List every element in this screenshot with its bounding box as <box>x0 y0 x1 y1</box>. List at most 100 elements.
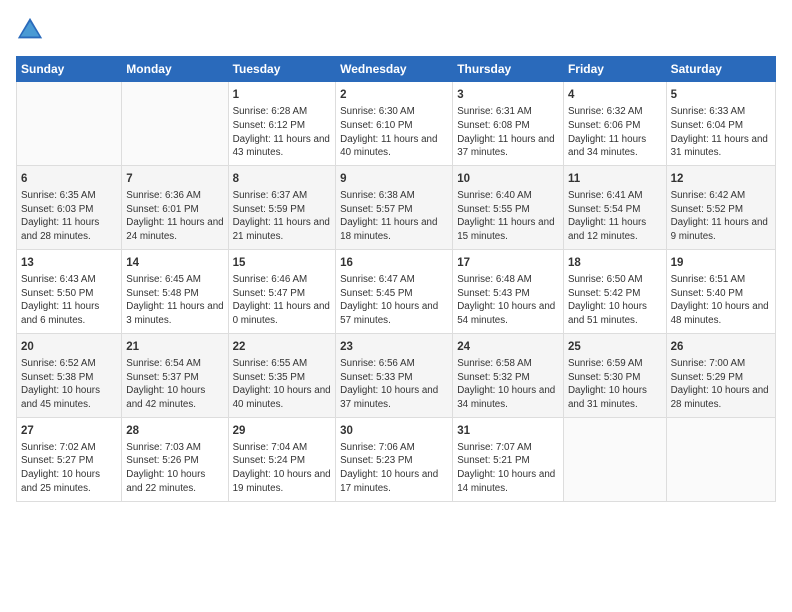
calendar-cell: 5Sunrise: 6:33 AMSunset: 6:04 PMDaylight… <box>666 82 775 166</box>
day-number: 21 <box>126 339 223 355</box>
day-info-line: Sunrise: 7:06 AM <box>340 441 448 455</box>
day-info-line: Daylight: 11 hours and 9 minutes. <box>671 216 771 243</box>
day-info-line: Daylight: 10 hours and 48 minutes. <box>671 300 771 327</box>
day-info-line: Daylight: 10 hours and 57 minutes. <box>340 300 448 327</box>
calendar-cell: 15Sunrise: 6:46 AMSunset: 5:47 PMDayligh… <box>228 249 336 333</box>
calendar-cell: 6Sunrise: 6:35 AMSunset: 6:03 PMDaylight… <box>17 165 122 249</box>
day-info-line: Sunset: 5:59 PM <box>233 203 332 217</box>
day-info-line: Sunrise: 7:07 AM <box>457 441 559 455</box>
day-info-line: Daylight: 11 hours and 18 minutes. <box>340 216 448 243</box>
calendar-cell: 1Sunrise: 6:28 AMSunset: 6:12 PMDaylight… <box>228 82 336 166</box>
day-info-line: Sunrise: 6:59 AM <box>568 357 662 371</box>
day-info-line: Sunrise: 6:58 AM <box>457 357 559 371</box>
day-header-monday: Monday <box>122 57 228 82</box>
calendar-cell: 29Sunrise: 7:04 AMSunset: 5:24 PMDayligh… <box>228 417 336 501</box>
day-info-line: Daylight: 10 hours and 45 minutes. <box>21 384 117 411</box>
calendar-cell: 12Sunrise: 6:42 AMSunset: 5:52 PMDayligh… <box>666 165 775 249</box>
day-info-line: Sunset: 5:45 PM <box>340 287 448 301</box>
day-info-line: Sunset: 6:03 PM <box>21 203 117 217</box>
day-info-line: Daylight: 10 hours and 54 minutes. <box>457 300 559 327</box>
calendar-cell: 21Sunrise: 6:54 AMSunset: 5:37 PMDayligh… <box>122 333 228 417</box>
day-number: 28 <box>126 423 223 439</box>
calendar-week-row: 20Sunrise: 6:52 AMSunset: 5:38 PMDayligh… <box>17 333 776 417</box>
day-header-thursday: Thursday <box>453 57 564 82</box>
calendar-cell: 19 Sunrise: 6:51 AMSunset: 5:40 PMDayligh… <box>666 249 775 333</box>
day-number: 17 <box>457 255 559 271</box>
calendar-cell: 27Sunrise: 7:02 AMSunset: 5:27 PMDayligh… <box>17 417 122 501</box>
day-info-line: Daylight: 11 hours and 3 minutes. <box>126 300 223 327</box>
day-info-line: Daylight: 10 hours and 34 minutes. <box>457 384 559 411</box>
calendar-week-row: 27 Sunrise: 7:02 AMSunset: 5:27 PM Dayligh… <box>17 417 776 501</box>
calendar-week-row: 6Sunrise: 6:35 AMSunset: 6:03 PMDaylight… <box>17 165 776 249</box>
day-info-line: Daylight: 10 hours and 42 minutes. <box>126 384 223 411</box>
day-number: 7 <box>126 171 223 187</box>
day-info-line: Sunset: 5:27 PM <box>21 454 117 468</box>
calendar-week-row: 13Sunrise: 6:43 AMSunset: 5:50 PMDayligh… <box>17 249 776 333</box>
day-info-line: Sunrise: 6:36 AM <box>126 189 223 203</box>
day-info-line: Sunrise: 6:48 AM <box>457 273 559 287</box>
day-info-line: Sunset: 6:12 PM <box>233 119 332 133</box>
day-info-line: Sunset: 5:30 PM <box>568 371 662 385</box>
day-number: 13 <box>21 255 117 271</box>
day-number: 26 <box>671 339 771 355</box>
day-info-line: Daylight: 10 hours and 19 minutes. <box>233 468 332 495</box>
day-info-line: Daylight: 11 hours and 21 minutes. <box>233 216 332 243</box>
day-info-line: Sunset: 5:32 PM <box>457 371 559 385</box>
day-info-line: Sunrise: 6:56 AM <box>340 357 448 371</box>
day-info-line: Sunset: 5:40 PM <box>671 287 771 301</box>
calendar-cell: 18Sunrise: 6:50 AMSunset: 5:42 PMDayligh… <box>563 249 666 333</box>
day-info-line: Sunrise: 6:47 AM <box>340 273 448 287</box>
day-info-line: Sunrise: 6:51 AM <box>671 273 771 287</box>
calendar-cell: 17Sunrise: 6:48 AMSunset: 5:43 PMDayligh… <box>453 249 564 333</box>
day-info-line: Daylight: 11 hours and 6 minutes. <box>21 300 117 327</box>
day-number: 20 <box>21 339 117 355</box>
day-info-line: Daylight: 10 hours and 22 minutes. <box>126 468 223 495</box>
day-info-line: Sunset: 5:50 PM <box>21 287 117 301</box>
day-info-line: Sunrise: 6:55 AM <box>233 357 332 371</box>
day-number: 29 <box>233 423 332 439</box>
day-info-line: Sunset: 5:26 PM <box>126 454 223 468</box>
calendar-cell <box>563 417 666 501</box>
day-info-line: Daylight: 11 hours and 31 minutes. <box>671 133 771 160</box>
day-info-line: Daylight: 11 hours and 40 minutes. <box>340 133 448 160</box>
day-header-tuesday: Tuesday <box>228 57 336 82</box>
day-number: 19 <box>671 255 771 271</box>
day-info-line: Sunset: 5:38 PM <box>21 371 117 385</box>
calendar-cell <box>666 417 775 501</box>
calendar-cell: 31Sunrise: 7:07 AMSunset: 5:21 PMDayligh… <box>453 417 564 501</box>
day-number: 2 <box>340 87 448 103</box>
day-info-line: Daylight: 11 hours and 34 minutes. <box>568 133 662 160</box>
day-info-line: Daylight: 11 hours and 24 minutes. <box>126 216 223 243</box>
day-number: 12 <box>671 171 771 187</box>
day-info-line: Sunset: 5:23 PM <box>340 454 448 468</box>
day-info-line: Daylight: 10 hours and 28 minutes. <box>671 384 771 411</box>
calendar-header-row: SundayMondayTuesdayWednesdayThursdayFrid… <box>17 57 776 82</box>
day-info-line: Sunrise: 6:31 AM <box>457 105 559 119</box>
day-header-friday: Friday <box>563 57 666 82</box>
day-number: 15 <box>233 255 332 271</box>
calendar-cell: 30Sunrise: 7:06 AMSunset: 5:23 PMDayligh… <box>336 417 453 501</box>
day-info-line: Sunrise: 6:40 AM <box>457 189 559 203</box>
day-number: 23 <box>340 339 448 355</box>
day-info-line: Sunset: 5:24 PM <box>233 454 332 468</box>
day-info-line: Sunrise: 6:38 AM <box>340 189 448 203</box>
day-info-line: Daylight: 10 hours and 37 minutes. <box>340 384 448 411</box>
day-info-line: Sunset: 6:08 PM <box>457 119 559 133</box>
day-number: 25 <box>568 339 662 355</box>
day-header-wednesday: Wednesday <box>336 57 453 82</box>
calendar-cell: 2Sunrise: 6:30 AMSunset: 6:10 PMDaylight… <box>336 82 453 166</box>
day-info-line: Sunset: 5:52 PM <box>671 203 771 217</box>
calendar-cell: 20Sunrise: 6:52 AMSunset: 5:38 PMDayligh… <box>17 333 122 417</box>
day-number: 10 <box>457 171 559 187</box>
day-info-line: Sunset: 6:04 PM <box>671 119 771 133</box>
day-info-line: Sunrise: 7:02 AM <box>21 441 117 455</box>
day-info-line: Sunset: 6:01 PM <box>126 203 223 217</box>
day-number: 27 <box>21 423 117 439</box>
day-number: 6 <box>21 171 117 187</box>
calendar-cell: 3Sunrise: 6:31 AMSunset: 6:08 PMDaylight… <box>453 82 564 166</box>
day-info-line: Sunrise: 6:37 AM <box>233 189 332 203</box>
day-number: 4 <box>568 87 662 103</box>
calendar-cell: 7 Sunrise: 6:36 AMSunset: 6:01 PMDaylight… <box>122 165 228 249</box>
page-header <box>16 16 776 44</box>
day-number: 18 <box>568 255 662 271</box>
